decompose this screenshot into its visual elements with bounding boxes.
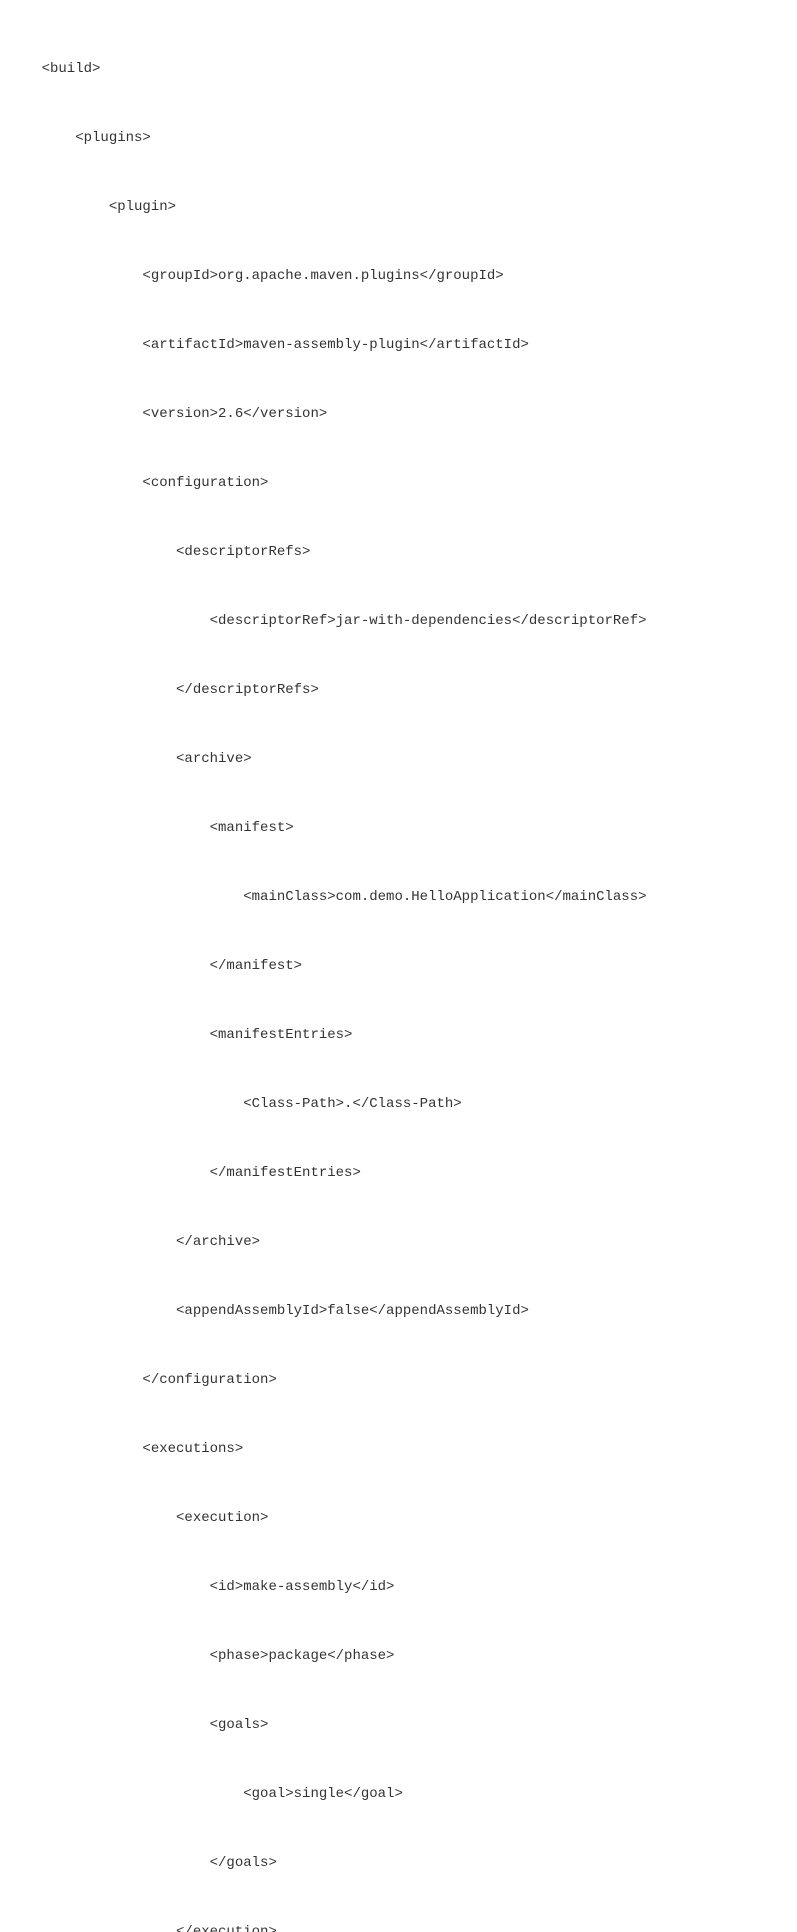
- code-line: <descriptorRefs>: [8, 541, 789, 564]
- code-line: </manifest>: [8, 955, 789, 978]
- code-line: <Class-Path>.</Class-Path>: [8, 1093, 789, 1116]
- code-line: </goals>: [8, 1852, 789, 1875]
- code-line: <manifestEntries>: [8, 1024, 789, 1047]
- code-line: </execution>: [8, 1921, 789, 1932]
- code-line: <archive>: [8, 748, 789, 771]
- code-line: <plugin>: [8, 196, 789, 219]
- code-line: <artifactId>maven-assembly-plugin</artif…: [8, 334, 789, 357]
- code-line: <executions>: [8, 1438, 789, 1461]
- code-line: <groupId>org.apache.maven.plugins</group…: [8, 265, 789, 288]
- code-line: <appendAssemblyId>false</appendAssemblyI…: [8, 1300, 789, 1323]
- code-line: <build>: [8, 58, 789, 81]
- code-line: <plugins>: [8, 127, 789, 150]
- code-line: <phase>package</phase>: [8, 1645, 789, 1668]
- code-line: <id>make-assembly</id>: [8, 1576, 789, 1599]
- code-line: <descriptorRef>jar-with-dependencies</de…: [8, 610, 789, 633]
- code-line: <version>2.6</version>: [8, 403, 789, 426]
- code-line: <manifest>: [8, 817, 789, 840]
- code-line: <mainClass>com.demo.HelloApplication</ma…: [8, 886, 789, 909]
- code-line: <goal>single</goal>: [8, 1783, 789, 1806]
- code-line: </manifestEntries>: [8, 1162, 789, 1185]
- code-line: </descriptorRefs>: [8, 679, 789, 702]
- code-line: <configuration>: [8, 472, 789, 495]
- code-block: <build> <plugins> <plugin> <groupId>org.…: [8, 12, 789, 1932]
- code-line: <goals>: [8, 1714, 789, 1737]
- code-line: </archive>: [8, 1231, 789, 1254]
- code-line: </configuration>: [8, 1369, 789, 1392]
- code-line: <execution>: [8, 1507, 789, 1530]
